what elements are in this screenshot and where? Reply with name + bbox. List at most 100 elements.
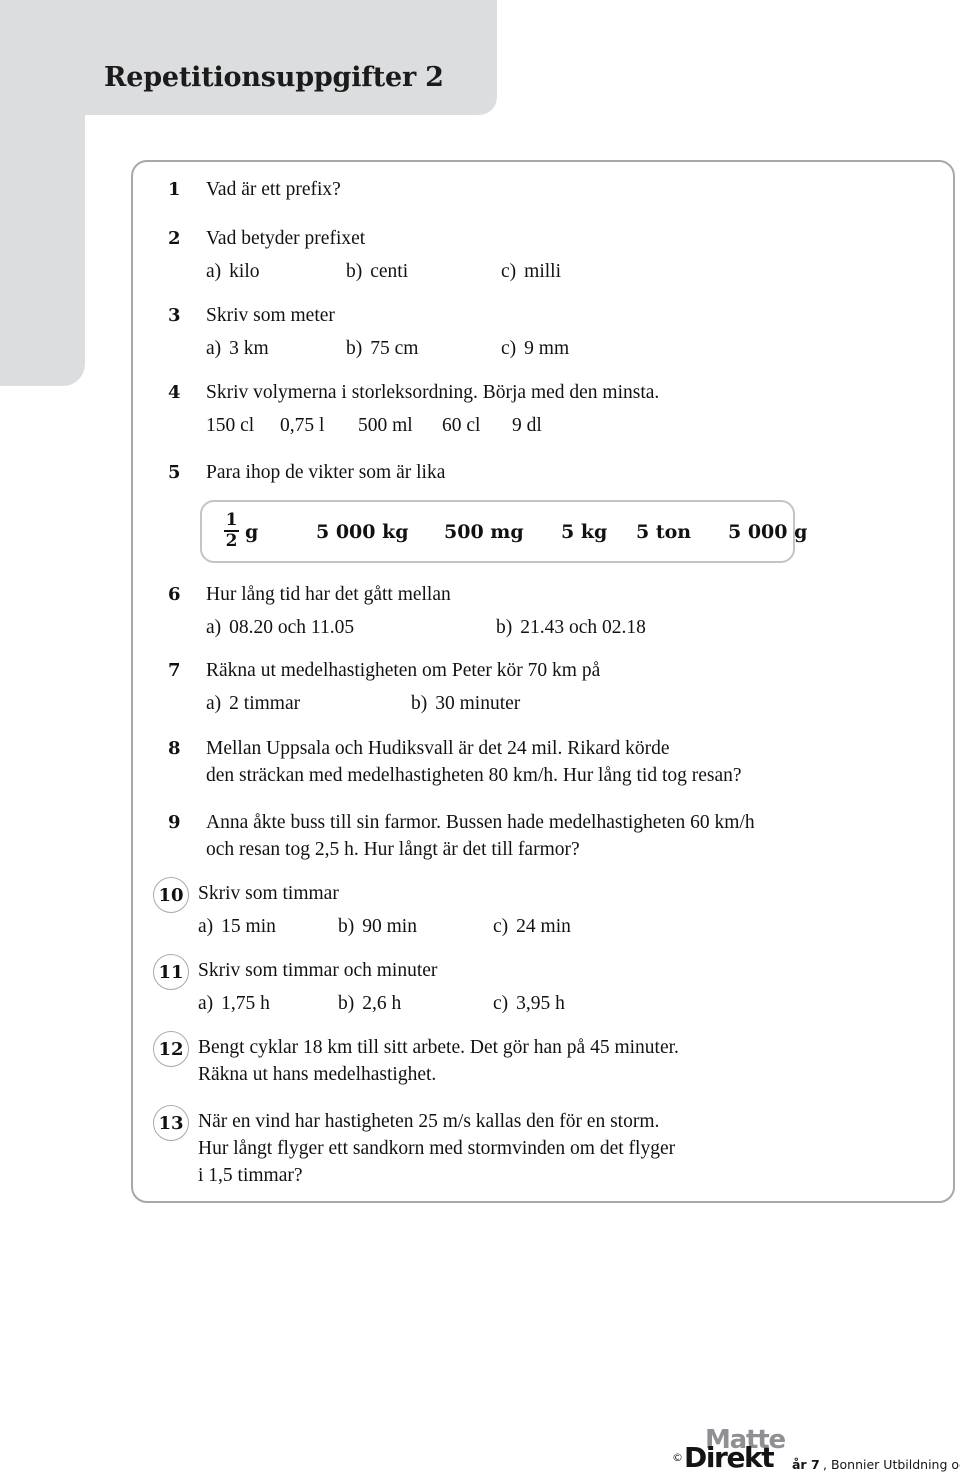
- exercise-number: 8: [168, 738, 181, 759]
- value-item: 150 cl: [206, 415, 255, 436]
- subitem-text: milli: [524, 261, 561, 282]
- exercise-text: Skriv som timmar: [198, 883, 339, 904]
- subitem-label: a): [206, 338, 222, 359]
- weight-item: 500 mg: [444, 520, 524, 543]
- exercise-subitems: a) 3 km b) 75 cm c) 9 mm: [206, 335, 928, 362]
- subitem-label: a): [198, 916, 214, 937]
- exercise-text: Bengt cyklar 18 km till sitt arbete. Det…: [198, 1037, 679, 1058]
- exercise-number: 1: [168, 179, 181, 200]
- subitem-text: 2 timmar: [229, 693, 301, 714]
- exercise-text-line2: den sträckan med medelhastigheten 80 km/…: [206, 765, 742, 786]
- subitem-label: a): [206, 261, 222, 282]
- subitem-b: b) 2,6 h: [338, 990, 493, 1017]
- exercise-text: Skriv som meter: [206, 305, 335, 326]
- subitem-label: c): [501, 338, 517, 359]
- subitem-a: a) 08.20 och 11.05: [206, 614, 496, 641]
- exercise-text: Anna åkte buss till sin farmor. Bussen h…: [206, 812, 755, 833]
- fraction: 1 2: [224, 509, 239, 550]
- subitem-b: b) 90 min: [338, 913, 493, 940]
- subitem-a: a) 15 min: [198, 913, 338, 940]
- footer: © Matte Direkt år 7 , Bonnier Utbildning…: [672, 1426, 960, 1474]
- exercise-11: 11 Skriv som timmar och minuter a) 1,75 …: [153, 954, 928, 1017]
- exercise-number: 9: [168, 812, 181, 833]
- subitem-text: 2,6 h: [362, 993, 402, 1014]
- subitem-b: b) 21.43 och 02.18: [496, 614, 646, 641]
- exercise-2: 2 Vad betyder prefixet a) kilo b) centi …: [168, 225, 928, 285]
- subitem-b: b) centi: [346, 258, 501, 285]
- exercise-number: 13: [158, 1113, 184, 1134]
- footer-logo-block: © Matte Direkt år 7 , Bonnier Utbildning…: [672, 1426, 960, 1474]
- weights-box: 1 2 g 5 000 kg 500 mg 5 kg 5 ton 5 000 g: [200, 500, 807, 563]
- subitem-a: a) 3 km: [206, 335, 346, 362]
- value-item: 9 dl: [512, 415, 542, 436]
- logo-direkt-text: Direkt: [684, 1441, 775, 1474]
- subitem-text: 15 min: [221, 916, 276, 937]
- exercise-subitems: a) 15 min b) 90 min c) 24 min: [198, 913, 928, 940]
- exercise-text: Skriv som timmar och minuter: [198, 960, 438, 981]
- weight-item: 5 ton: [636, 520, 692, 543]
- exercise-9: 9 Anna åkte buss till sin farmor. Bussen…: [168, 809, 928, 863]
- exercise-text: Skriv volymerna i storleksordning. Börja…: [206, 382, 660, 403]
- exercise-text-line2: och resan tog 2,5 h. Hur långt är det ti…: [206, 839, 580, 860]
- fraction-unit: g: [245, 520, 259, 543]
- exercise-number-circled: 11: [152, 954, 198, 990]
- weight-fraction-item: 1 2 g: [224, 509, 316, 551]
- exercise-list: 1 Vad är ett prefix? 2 Vad betyder prefi…: [153, 176, 928, 1189]
- subitem-a: a) kilo: [206, 258, 346, 285]
- copyright-icon: ©: [672, 1451, 683, 1464]
- subitem-text: 3 km: [229, 338, 269, 359]
- exercise-number-circled: 13: [152, 1105, 198, 1141]
- exercise-text-line2: Hur långt flyger ett sandkorn med stormv…: [198, 1138, 676, 1159]
- subitem-text: 3,95 h: [516, 993, 565, 1014]
- subitem-label: a): [198, 993, 214, 1014]
- exercise-values: 150 cl 0,75 l 500 ml 60 cl 9 dl: [206, 412, 928, 439]
- exercise-number: 4: [168, 382, 181, 403]
- subitem-label: c): [493, 916, 509, 937]
- exercise-number: 11: [158, 962, 184, 983]
- exercise-text-line3: i 1,5 timmar?: [198, 1165, 303, 1186]
- subitem-a: a) 2 timmar: [206, 690, 411, 717]
- exercise-8: 8 Mellan Uppsala och Hudiksvall är det 2…: [168, 735, 928, 789]
- exercise-subitems: a) 08.20 och 11.05 b) 21.43 och 02.18: [206, 614, 928, 641]
- subitem-c: c) milli: [501, 258, 661, 285]
- subitem-label: b): [338, 916, 355, 937]
- fraction-numerator: 1: [225, 509, 238, 530]
- exercise-1: 1 Vad är ett prefix?: [168, 176, 928, 203]
- subitem-text: 75 cm: [370, 338, 419, 359]
- exercise-number-circled: 10: [152, 877, 198, 913]
- subitem-text: 08.20 och 11.05: [229, 617, 355, 638]
- exercise-number: 10: [158, 885, 184, 906]
- subitem-c: c) 3,95 h: [493, 990, 653, 1017]
- subitem-label: b): [346, 261, 363, 282]
- weight-item: 5 000 kg: [316, 520, 409, 543]
- exercise-text: Räkna ut medelhastigheten om Peter kör 7…: [206, 660, 601, 681]
- exercise-subitems: a) 2 timmar b) 30 minuter: [206, 690, 928, 717]
- subitem-text: 24 min: [516, 916, 571, 937]
- exercise-number: 7: [168, 660, 181, 681]
- subitem-b: b) 30 minuter: [411, 690, 520, 717]
- subitem-text: centi: [370, 261, 409, 282]
- exercise-text: Vad betyder prefixet: [206, 228, 366, 249]
- side-gray-panel: [0, 60, 85, 386]
- footer-credit: , Bonnier Utbildning och författarna: [823, 1457, 960, 1472]
- exercise-text: När en vind har hastigheten 25 m/s kalla…: [198, 1111, 660, 1132]
- exercise-number: 5: [168, 462, 181, 483]
- page-title: Repetitionsuppgifter 2: [104, 62, 444, 93]
- subitem-c: c) 9 mm: [501, 335, 661, 362]
- weight-item: 5 000 g: [728, 520, 808, 543]
- exercise-number: 2: [168, 228, 181, 249]
- subitem-label: b): [346, 338, 363, 359]
- subitem-a: a) 1,75 h: [198, 990, 338, 1017]
- exercise-text: Mellan Uppsala och Hudiksvall är det 24 …: [206, 738, 670, 759]
- subitem-label: c): [501, 261, 517, 282]
- exercise-4: 4 Skriv volymerna i storleksordning. Bör…: [168, 379, 928, 439]
- exercise-5: 5 Para ihop de vikter som är lika 1 2 g …: [168, 459, 928, 563]
- subitem-label: a): [206, 693, 222, 714]
- subitem-b: b) 75 cm: [346, 335, 501, 362]
- subitem-text: 30 minuter: [435, 693, 521, 714]
- subitem-label: c): [493, 993, 509, 1014]
- exercise-text: Para ihop de vikter som är lika: [206, 462, 446, 483]
- exercise-text-line2: Räkna ut hans medelhastighet.: [198, 1064, 437, 1085]
- subitem-text: 90 min: [362, 916, 417, 937]
- exercise-10: 10 Skriv som timmar a) 15 min b) 90 min …: [153, 877, 928, 940]
